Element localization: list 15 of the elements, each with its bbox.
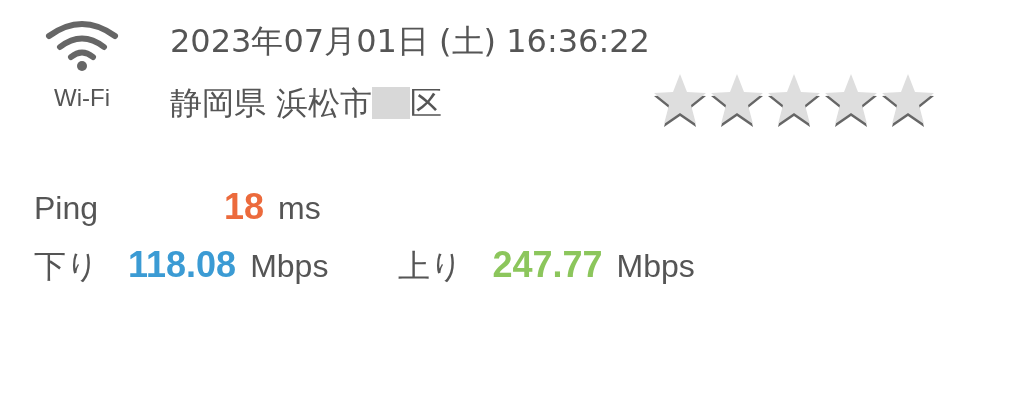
wifi-icon [44, 20, 120, 72]
redaction-block [372, 87, 411, 120]
metric-label: 下り [34, 247, 100, 287]
metric-value: 118.08 [128, 244, 237, 287]
location-text: 区 [410, 84, 443, 123]
metric-value: 247.77 [492, 244, 603, 287]
date-time: 2023年07月01日 (土) 16:36:22 [170, 22, 651, 61]
connection-label: Wi-Fi [54, 84, 110, 112]
metric-label: 上り [398, 247, 465, 287]
metric-label: Ping [34, 190, 100, 228]
location-text: 静岡県 浜松市 [170, 84, 373, 123]
metric-unit: ms [278, 190, 321, 228]
metric-unit: Mbps [616, 248, 695, 286]
metric-value: 18 [224, 186, 265, 229]
metric-unit: Mbps [250, 248, 329, 286]
